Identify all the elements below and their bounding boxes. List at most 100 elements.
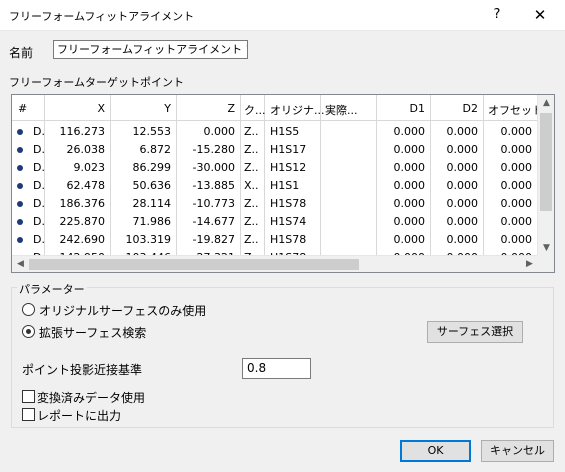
vertical-scrollbar[interactable]: ▲ ▼ [537,95,554,257]
cell-orig: H1S12 [270,161,307,174]
cell-y: 86.299 [132,161,172,174]
col-header-offset[interactable]: オフセット [488,102,543,118]
cell-d1: 0.000 [393,197,426,210]
horizontal-scrollbar[interactable]: ◀ ▶ [12,255,538,272]
table-row[interactable]: D. 242.690 103.319 -19.827 Z.. H1S78 0.000 0.00… [12,230,554,248]
table-row[interactable]: D. 186.376 28.114 -10.773 Z.. H1S78 0.000 0.000… [12,194,554,212]
cell-id: D. [33,125,45,138]
cell-offset: 0.000 [500,143,533,156]
horizontal-scroll-thumb[interactable] [29,259,359,270]
cell-d1: 0.000 [393,125,426,138]
cell-d2: 0.000 [446,197,479,210]
cell-x: 225.870 [59,215,106,228]
cell-x: 242.690 [59,233,106,246]
surface-select-button[interactable]: サーフェス選択 [427,321,523,343]
cell-d2: 0.000 [446,233,479,246]
point-dot-icon [17,237,23,243]
radio-original-surface[interactable] [22,303,35,316]
scroll-up-icon[interactable]: ▲ [538,95,554,112]
cell-orig: H1S5 [270,125,300,138]
radio-selected-icon [26,329,31,334]
cell-y: 6.872 [139,143,172,156]
cell-x: 26.038 [66,143,106,156]
table-row[interactable]: D. 62.478 50.636 -13.885 X.. H1S1 0.000 0.000 0.… [12,176,554,194]
radio-extended-surface-label[interactable]: 拡張サーフェス検索 [39,324,146,341]
radio-extended-surface[interactable] [22,325,35,338]
cancel-button[interactable]: キャンセル [481,440,554,462]
cell-z: -13.885 [192,179,235,192]
cell-z: -19.827 [192,233,235,246]
close-button[interactable]: ✕ [528,5,552,25]
cell-z: -15.280 [192,143,235,156]
cell-d2: 0.000 [446,143,479,156]
point-dot-icon [17,183,23,189]
cell-x: 62.478 [66,179,106,192]
cell-id: D. [33,161,45,174]
name-label: 名前 [9,46,34,60]
cell-z: -14.677 [192,215,235,228]
ok-button[interactable]: OK [400,440,471,462]
cell-offset: 0.000 [500,215,533,228]
cell-d2: 0.000 [446,215,479,228]
cell-id: D. [33,233,45,246]
scroll-left-icon[interactable]: ◀ [12,256,29,272]
col-header-k[interactable]: ク... [244,102,266,118]
checkbox-converted-data[interactable] [22,390,35,403]
cell-d1: 0.000 [393,179,426,192]
proximity-input[interactable]: 0.8 [242,358,311,379]
cell-id: D. [33,215,45,228]
name-input[interactable]: フリーフォームフィットアライメント 1 [53,40,248,59]
window-title: フリーフォームフィットアライメント [9,10,195,23]
table-row[interactable]: D. 26.038 6.872 -15.280 Z.. H1S17 0.000 0.000 0.… [12,140,554,158]
cell-k: Z.. [244,125,259,138]
col-header-index[interactable]: # [18,102,27,115]
point-dot-icon [17,201,23,207]
table-row[interactable]: D. 225.870 71.986 -14.677 Z.. H1S74 0.000 0.000… [12,212,554,230]
col-header-actual[interactable]: 実際... [325,102,358,118]
checkbox-report-output[interactable] [22,408,35,421]
vertical-scroll-thumb[interactable] [540,113,552,211]
cell-orig: H1S78 [270,233,307,246]
col-header-y[interactable]: Y [111,102,171,115]
cell-k: Z.. [244,143,259,156]
cell-z: -10.773 [192,197,235,210]
cell-orig: H1S1 [270,179,300,192]
col-header-d1[interactable]: D1 [377,102,425,115]
target-points-grid[interactable]: # X Y Z ク... オリジナ... 実際... D1 D2 オフセット D… [11,94,555,273]
title-bar: フリーフォームフィットアライメント ? ✕ [0,0,565,31]
cell-orig: H1S17 [270,143,307,156]
col-header-x[interactable]: X [45,102,105,115]
cell-d1: 0.000 [393,215,426,228]
col-header-d2[interactable]: D2 [431,102,478,115]
cell-k: Z.. [244,233,259,246]
table-row[interactable]: D. 116.273 12.553 0.000 Z.. H1S5 0.000 0.000 0.0… [12,122,554,140]
cell-orig: H1S78 [270,197,307,210]
cell-y: 12.553 [132,125,172,138]
cell-k: Z.. [244,197,259,210]
cell-d1: 0.000 [393,233,426,246]
cell-offset: 0.000 [500,233,533,246]
cell-d2: 0.000 [446,161,479,174]
point-dot-icon [17,129,23,135]
cell-d2: 0.000 [446,125,479,138]
checkbox-report-output-label[interactable]: レポートに出力 [37,407,121,424]
cell-d1: 0.000 [393,143,426,156]
cell-x: 116.273 [59,125,106,138]
cell-offset: 0.000 [500,125,533,138]
grid-header: # X Y Z ク... オリジナ... 実際... D1 D2 オフセット [12,95,554,121]
scroll-right-icon[interactable]: ▶ [521,256,538,272]
col-header-z[interactable]: Z [177,102,235,115]
checkbox-converted-data-label[interactable]: 変換済みデータ使用 [37,389,145,406]
table-row[interactable]: D. 9.023 86.299 -30.000 Z.. H1S12 0.000 0.000 0.… [12,158,554,176]
cell-id: D. [33,179,45,192]
help-button[interactable]: ? [487,5,507,25]
point-dot-icon [17,219,23,225]
cell-d1: 0.000 [393,161,426,174]
col-header-original[interactable]: オリジナ... [270,102,325,118]
cell-orig: H1S74 [270,215,307,228]
cell-offset: 0.000 [500,161,533,174]
cell-k: X.. [244,179,259,192]
cell-offset: 0.000 [500,179,533,192]
cell-y: 28.114 [132,197,172,210]
radio-original-surface-label[interactable]: オリジナルサーフェスのみ使用 [39,302,206,319]
